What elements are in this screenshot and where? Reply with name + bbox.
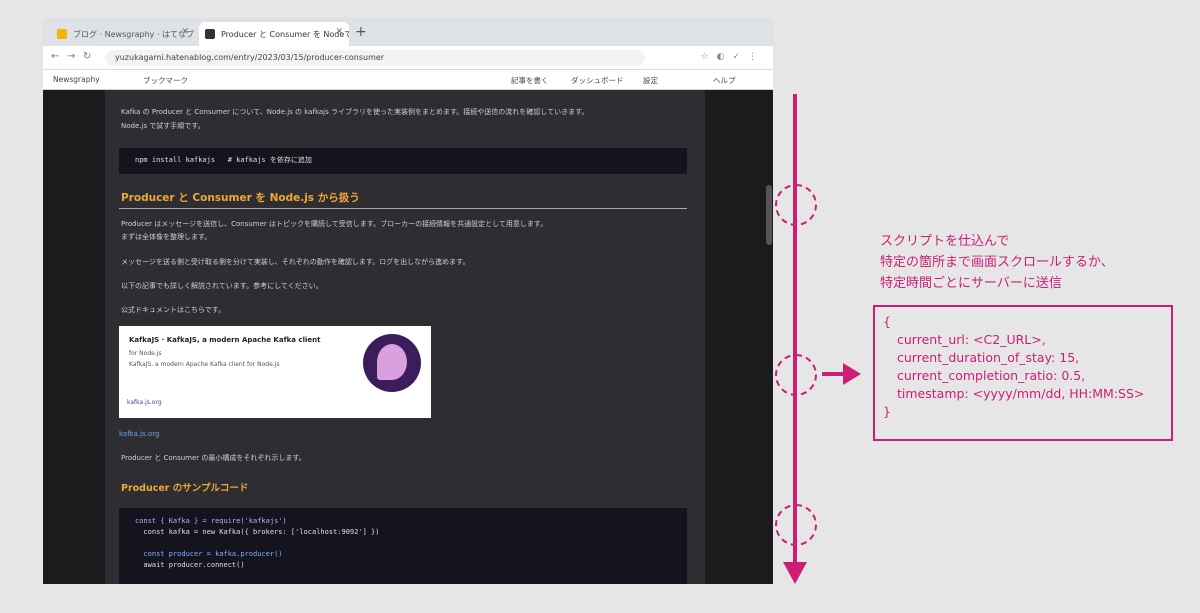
link-card[interactable]: KafkaJS · KafkaJS, a modern Apache Kafka… — [119, 326, 431, 418]
code-line: const { Kafka } = require('kafkajs') — [135, 517, 287, 525]
browser-window: ブログ · Newsgraphy · はてなブログ ✕ Producer と C… — [43, 18, 773, 584]
bookmarks-bar: Newsgraphy ブックマーク 記事を書く ダッシュボード 設定 ヘルプ — [43, 70, 773, 90]
address-bar: ← → ↻ yuzukagami.hatenablog.com/entry/20… — [43, 46, 773, 70]
scrollbar-thumb[interactable] — [766, 185, 772, 245]
bookmark-item[interactable]: 設定 — [643, 75, 658, 86]
page-scrollbar[interactable] — [765, 90, 773, 584]
checkpoint-circle-icon — [775, 354, 817, 396]
code-line: npm install kafkajs # kafkajs を依存に追加 — [135, 156, 312, 164]
paragraph: Producer はメッセージを送信し、Consumer はトピックを購読して受… — [121, 220, 548, 228]
card-description: for Node.js — [129, 350, 162, 357]
checkpoint-circle-icon — [775, 184, 817, 226]
heading-divider — [119, 208, 687, 209]
source-link[interactable]: kafka.js.org — [119, 430, 159, 438]
code-line: await producer.connect() — [135, 561, 245, 569]
new-tab-icon[interactable]: + — [355, 24, 367, 40]
tab-label: ブログ · Newsgraphy · はてなブログ — [73, 30, 195, 39]
section-heading: Producer と Consumer を Node.js から扱う — [121, 192, 360, 204]
payload-field: current_duration_of_stay: 15, — [897, 350, 1080, 365]
bookmark-item[interactable]: ヘルプ — [713, 75, 736, 86]
paragraph: 以下の記事でも詳しく解説されています。参考にしてください。 — [121, 282, 323, 290]
code-line: const producer = kafka.producer() — [135, 550, 283, 558]
paragraph: 公式ドキュメントはこちらです。 — [121, 306, 226, 314]
tab-bar: ブログ · Newsgraphy · はてなブログ ✕ Producer と C… — [43, 18, 773, 46]
card-description: KafkaJS, a modern Apache Kafka client fo… — [129, 361, 280, 368]
bookmark-item[interactable]: ブックマーク — [143, 75, 188, 86]
annotation-note: スクリプトを仕込んで 特定の箇所まで画面スクロールするか、 特定時間ごとにサーバ… — [880, 231, 1114, 294]
arrow-right-icon — [843, 363, 861, 385]
kafkajs-logo-icon — [363, 334, 421, 392]
paragraph: まずは全体像を整理します。 — [121, 233, 212, 241]
payload-box: { current_url: <C2_URL>, current_duratio… — [873, 305, 1173, 441]
intro-text: Node.js で試す手順です。 — [121, 122, 205, 130]
card-title: KafkaJS · KafkaJS, a modern Apache Kafka… — [129, 336, 321, 344]
paragraph: メッセージを送る側と受け取る側を分けて実装し、それぞれの動作を確認します。ログを… — [121, 258, 470, 266]
payload-field: timestamp: <yyyy/mm/dd, HH:MM:SS> — [897, 386, 1145, 401]
note-line: スクリプトを仕込んで — [880, 234, 1010, 249]
code-block: const { Kafka } = require('kafkajs') con… — [119, 508, 687, 584]
back-icon[interactable]: ← — [51, 51, 59, 62]
url-field[interactable]: yuzukagami.hatenablog.com/entry/2023/03/… — [105, 50, 645, 66]
bookmark-item[interactable]: ダッシュボード — [571, 75, 624, 86]
payload-close-brace: } — [883, 404, 891, 419]
favicon-icon — [205, 29, 215, 39]
scroll-direction-line — [793, 94, 797, 566]
code-line: const kafka = new Kafka({ brokers: ['loc… — [135, 528, 380, 536]
extension-icons[interactable]: ☆◐✓⋮ — [701, 52, 765, 62]
bookmark-item[interactable]: Newsgraphy — [53, 75, 100, 84]
code-block: npm install kafkajs # kafkajs を依存に追加 — [119, 148, 687, 174]
payload-open-brace: { — [883, 314, 891, 329]
close-icon[interactable]: ✕ — [335, 27, 343, 37]
tab-label: Producer と Consumer を Nodeで実装 — [221, 30, 349, 39]
favicon-icon — [57, 29, 67, 39]
tab-blog[interactable]: ブログ · Newsgraphy · はてなブログ ✕ — [51, 22, 195, 46]
note-line: 特定時間ごとにサーバーに送信 — [880, 276, 1062, 291]
note-line: 特定の箇所まで画面スクロールするか、 — [880, 255, 1114, 270]
page-viewport: Kafka の Producer と Consumer について、Node.js… — [43, 90, 773, 584]
scroll-arrow-down-icon — [783, 562, 807, 584]
bookmark-item[interactable]: 記事を書く — [511, 75, 549, 86]
intro-text: Kafka の Producer と Consumer について、Node.js… — [121, 108, 589, 116]
reload-icon[interactable]: ↻ — [83, 51, 91, 62]
checkpoint-circle-icon — [775, 504, 817, 546]
paragraph: Producer と Consumer の最小構成をそれぞれ示します。 — [121, 454, 306, 462]
section-heading: Producer のサンプルコード — [121, 483, 249, 494]
payload-field: current_completion_ratio: 0.5, — [897, 368, 1086, 383]
payload-field: current_url: <C2_URL>, — [897, 332, 1046, 347]
forward-icon[interactable]: → — [67, 51, 75, 62]
tab-article[interactable]: Producer と Consumer を Nodeで実装 ✕ — [199, 22, 349, 46]
card-source: kafka.js.org — [127, 399, 162, 406]
article-content: Kafka の Producer と Consumer について、Node.js… — [105, 90, 705, 584]
close-icon[interactable]: ✕ — [181, 27, 189, 37]
